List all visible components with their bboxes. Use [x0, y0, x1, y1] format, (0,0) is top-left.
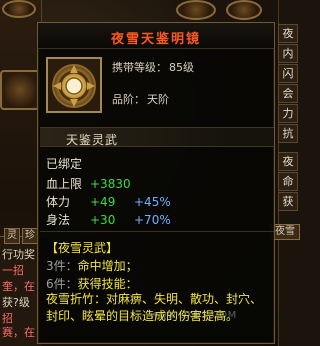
- stat-bonus: +45%: [134, 195, 171, 209]
- stat-value: +49: [90, 195, 116, 209]
- right-tab-1[interactable]: 内: [278, 44, 298, 63]
- ornament-orb-icon: [226, 0, 262, 20]
- stat-label: 血上限: [46, 177, 83, 191]
- right-tab-2[interactable]: 闪: [278, 64, 298, 83]
- stat-value: +3830: [90, 177, 131, 191]
- item-tooltip: 夜雪天鉴明镜 携带等级： 85级 品阶： 天阶 天鉴灵武 已绑定 血上限 +38…: [37, 22, 275, 344]
- right-tab-5[interactable]: 抗: [278, 124, 298, 143]
- ornament-orb-icon: [176, 0, 216, 20]
- item-quality: 品阶： 天阶: [112, 93, 169, 106]
- chat-line: 奎，在: [2, 280, 35, 293]
- bottom-tab-0[interactable]: 灵: [4, 228, 20, 244]
- chat-line: 行功奖: [2, 248, 35, 261]
- stat-label: 身法: [46, 213, 71, 227]
- chat-line: 招: [2, 312, 13, 325]
- stat-bonus: +70%: [134, 213, 171, 227]
- right-tab-3[interactable]: 会: [278, 84, 298, 103]
- chat-line: 获?级: [2, 296, 30, 309]
- item-name: 夜雪天鉴明镜: [110, 32, 201, 47]
- stat-row: 血上限 +3830: [46, 175, 131, 192]
- set-title: 【夜雪灵武】: [46, 241, 119, 255]
- bound-status: 已绑定: [46, 157, 83, 171]
- mirror-item-icon: [46, 57, 102, 113]
- set-bonus-3: 3件：命中增加；: [46, 259, 138, 273]
- item-category-bar: 天鉴灵武: [40, 127, 274, 147]
- skill-slot-icon[interactable]: [0, 70, 40, 110]
- carry-level: 携带等级： 85级: [112, 61, 194, 74]
- site-watermark: www.SXDS.COM: [150, 310, 237, 321]
- right-tab-4[interactable]: 力: [278, 104, 298, 123]
- tooltip-header: 夜雪天鉴明镜: [38, 23, 274, 49]
- right-tab-6[interactable]: 夜: [278, 152, 298, 171]
- stat-row: 身法 +30 +70%: [46, 211, 171, 228]
- bottom-tab-1[interactable]: 珍: [22, 228, 38, 244]
- chat-line: 一招: [2, 264, 24, 277]
- right-tab-8[interactable]: 获: [278, 192, 298, 211]
- right-tab-0[interactable]: 夜: [278, 24, 298, 43]
- divider: [40, 231, 274, 232]
- set-bonus-6: 6件：获得技能：: [46, 277, 138, 291]
- chat-line: 赛，在: [2, 326, 35, 339]
- bottom-tab-bar: 灵 珍: [4, 228, 38, 244]
- ornament-orb-icon: [2, 0, 36, 18]
- item-category: 天鉴灵武: [66, 133, 119, 147]
- stat-label: 体力: [46, 195, 71, 209]
- right-tab-7[interactable]: 命: [278, 172, 298, 191]
- stat-row: 体力 +49 +45%: [46, 193, 171, 210]
- stat-value: +30: [90, 213, 116, 227]
